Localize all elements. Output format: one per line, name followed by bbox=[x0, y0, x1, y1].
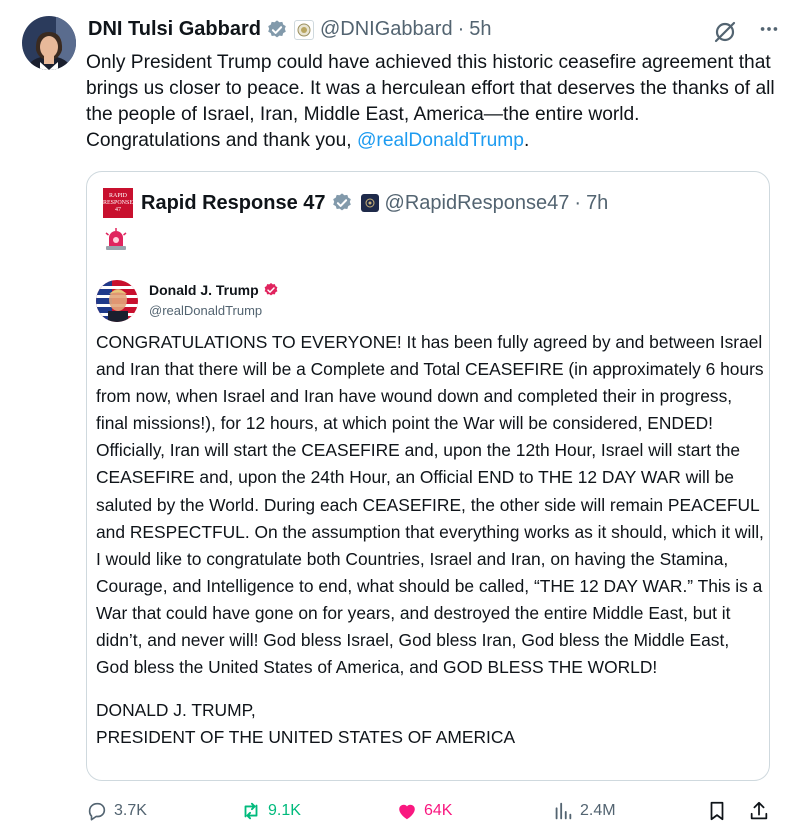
embedded-screenshot-text: CONGRATULATIONS TO EVERYONE! It has been… bbox=[96, 329, 766, 751]
quoted-post[interactable]: RAPID RESPONSE 47 Rapid Response 47 @Rap… bbox=[86, 171, 770, 781]
like-button[interactable]: 64K bbox=[396, 797, 452, 825]
grok-icon[interactable] bbox=[712, 19, 738, 45]
analytics-icon bbox=[555, 802, 572, 820]
signature-line-2: PRESIDENT OF THE UNITED STATES OF AMERIC… bbox=[96, 727, 516, 748]
author-avatar[interactable] bbox=[22, 16, 76, 70]
signature-line-1: DONALD J. TRUMP, bbox=[96, 700, 256, 721]
repost-icon bbox=[244, 802, 258, 820]
trump-name-text: Donald J. Trump bbox=[149, 282, 259, 298]
bookmark-button[interactable] bbox=[706, 797, 734, 825]
bookmark-icon bbox=[710, 801, 724, 821]
trump-name: Donald J. Trump bbox=[149, 282, 279, 298]
rapid-response-logo[interactable]: RAPID RESPONSE 47 bbox=[103, 188, 133, 218]
post-header: DNI Tulsi Gabbard @DNIGabbard · 5h bbox=[88, 18, 491, 41]
views-button[interactable]: 2.4M bbox=[552, 797, 616, 825]
repost-button[interactable]: 9.1K bbox=[240, 797, 301, 825]
author-name[interactable]: DNI Tulsi Gabbard bbox=[88, 18, 261, 41]
logo-line-2: RESPONSE bbox=[103, 199, 134, 206]
verified-badge-icon[interactable] bbox=[331, 192, 353, 214]
reply-button[interactable]: 3.7K bbox=[86, 797, 147, 825]
quoted-post-header: RAPID RESPONSE 47 Rapid Response 47 @Rap… bbox=[103, 188, 608, 218]
post-text: Only President Trump could have achieved… bbox=[86, 50, 776, 154]
embedded-body: CONGRATULATIONS TO EVERYONE! It has been… bbox=[96, 332, 764, 678]
share-icon bbox=[750, 801, 768, 820]
reply-icon bbox=[88, 802, 106, 821]
logo-line-1: RAPID bbox=[108, 192, 127, 199]
quoted-author-handle[interactable]: @RapidResponse47 bbox=[385, 192, 570, 215]
siren-icon bbox=[103, 226, 129, 252]
separator-dot: · bbox=[457, 18, 465, 40]
post-time[interactable]: 5h bbox=[469, 18, 491, 41]
mention-link[interactable]: @realDonaldTrump bbox=[357, 130, 524, 151]
view-count: 2.4M bbox=[580, 802, 616, 819]
action-bar: 3.7K 9.1K 64K 2.4M bbox=[86, 797, 776, 827]
heart-icon bbox=[399, 804, 415, 820]
share-button[interactable] bbox=[748, 797, 776, 825]
repost-count: 9.1K bbox=[268, 802, 301, 819]
quoted-post-time[interactable]: 7h bbox=[586, 192, 608, 215]
reply-count: 3.7K bbox=[114, 802, 147, 819]
quoted-author-name[interactable]: Rapid Response 47 bbox=[141, 192, 326, 215]
separator-dot: · bbox=[574, 191, 582, 214]
more-icon[interactable] bbox=[758, 18, 780, 43]
verified-badge-icon[interactable] bbox=[266, 19, 288, 41]
affiliation-badge-icon[interactable] bbox=[293, 19, 314, 40]
trump-avatar bbox=[96, 280, 138, 322]
government-badge-icon[interactable] bbox=[360, 194, 379, 212]
trump-handle: @realDonaldTrump bbox=[149, 303, 263, 318]
like-count: 64K bbox=[424, 802, 453, 819]
logo-line-3: 47 bbox=[115, 206, 121, 213]
post-text-end: . bbox=[523, 130, 530, 151]
author-handle[interactable]: @DNIGabbard bbox=[320, 18, 453, 41]
verified-badge-icon bbox=[263, 282, 279, 298]
